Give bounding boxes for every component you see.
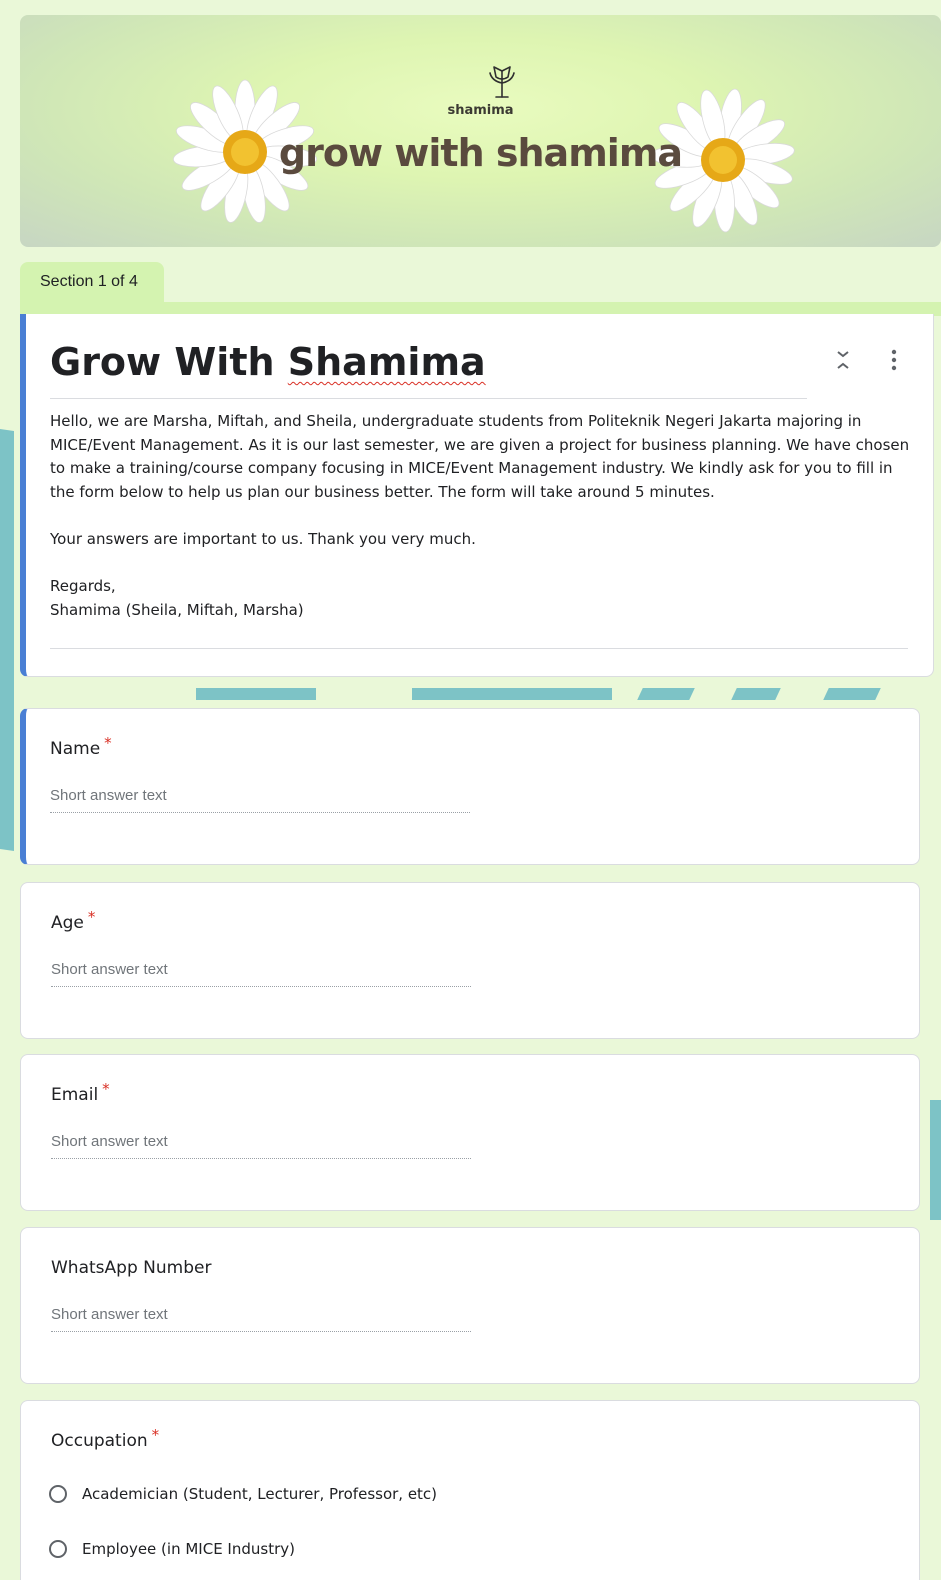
question-title: WhatsApp Number <box>51 1258 212 1278</box>
radio-option[interactable]: Academician (Student, Lecturer, Professo… <box>49 1482 437 1506</box>
brand-name-small: shamima <box>447 103 514 118</box>
tulip-logo-icon <box>489 66 515 98</box>
header-banner: shamima grow with shamima <box>20 15 941 247</box>
form-title[interactable]: Grow With Shamima <box>50 340 486 384</box>
radio-option-label: Employee (in MICE Industry) <box>82 1540 295 1558</box>
name-input[interactable]: Short answer text <box>50 787 470 813</box>
form-header-card[interactable]: Grow With Shamima Hello, we are Marsha, … <box>20 314 934 677</box>
whatsapp-input[interactable]: Short answer text <box>51 1306 471 1332</box>
form-description[interactable]: Hello, we are Marsha, Miftah, and Sheila… <box>50 410 910 622</box>
required-mark: * <box>104 734 112 752</box>
email-input[interactable]: Short answer text <box>51 1133 471 1159</box>
question-card-age[interactable]: Age * Short answer text <box>20 882 920 1039</box>
background-stripe <box>0 429 14 851</box>
question-title: Email * <box>51 1080 110 1105</box>
background-stripe <box>637 688 695 700</box>
radio-option[interactable]: Employee (in MICE Industry) <box>49 1537 295 1561</box>
background-stripe <box>196 688 316 700</box>
description-underline <box>50 648 908 649</box>
form-title-lead: Grow With <box>50 340 288 384</box>
question-title: Age * <box>51 908 96 933</box>
background-stripe <box>823 688 881 700</box>
background-stripe <box>412 688 612 700</box>
question-card-email[interactable]: Email * Short answer text <box>20 1054 920 1211</box>
radio-button-icon[interactable] <box>49 1485 67 1503</box>
age-input[interactable]: Short answer text <box>51 961 471 987</box>
more-options-icon[interactable] <box>890 348 898 372</box>
form-title-name: Shamima <box>287 340 486 384</box>
title-underline <box>50 398 807 399</box>
question-card-occupation[interactable]: Occupation * Academician (Student, Lectur… <box>20 1400 920 1580</box>
question-title: Name * <box>50 734 112 759</box>
background-stripe <box>930 1100 941 1220</box>
banner-title: grow with shamima <box>278 131 683 175</box>
question-card-whatsapp[interactable]: WhatsApp Number Short answer text <box>20 1227 920 1384</box>
required-mark: * <box>102 1080 110 1098</box>
question-card-name[interactable]: Name * Short answer text <box>20 708 920 865</box>
required-mark: * <box>87 908 96 926</box>
radio-option-label: Academician (Student, Lecturer, Professo… <box>82 1485 438 1503</box>
background-stripe <box>731 688 781 700</box>
collapse-section-icon[interactable] <box>834 348 852 372</box>
required-mark: * <box>151 1426 160 1444</box>
radio-button-icon[interactable] <box>49 1540 67 1558</box>
section-indicator: Section 1 of 4 <box>20 262 164 304</box>
form-page: shamima grow with shamima Section 1 of 4… <box>0 0 941 1580</box>
question-title: Occupation * <box>51 1426 160 1451</box>
